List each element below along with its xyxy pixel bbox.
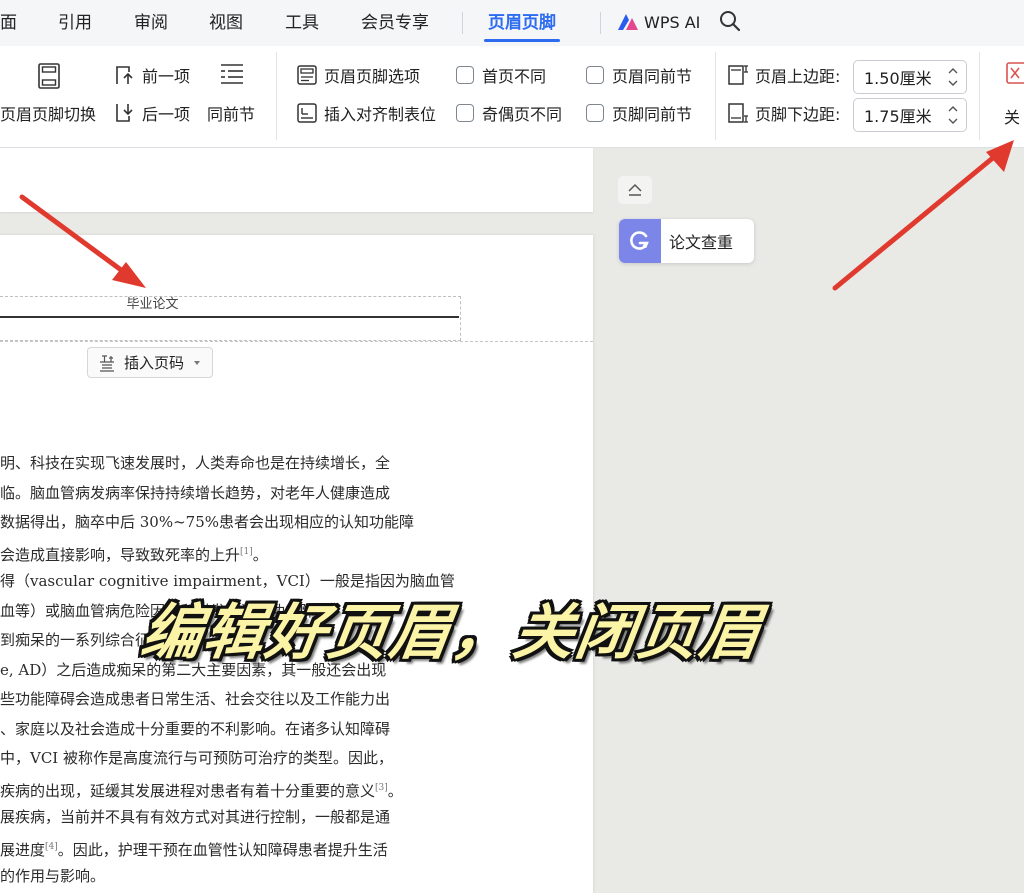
footer-same-previous-checkbox[interactable]: 页脚同前节 <box>586 98 692 128</box>
citation-mark: [3] <box>375 782 388 793</box>
header-footer-switch-label: 页眉页脚切换 <box>0 105 97 124</box>
menu-item-references[interactable]: 引用 <box>58 10 92 36</box>
close-header-footer-button[interactable]: 关 <box>994 54 1024 140</box>
body-line: 些功能障碍会造成患者日常生活、社会交往以及工作能力出 <box>0 690 391 708</box>
menu-item-wps-ai[interactable]: WPS AI <box>644 10 700 36</box>
insert-align-tab-label: 插入对齐制表位 <box>324 105 437 124</box>
header-top-margin-label: 页眉上边距: <box>755 67 841 86</box>
body-line: 、家庭以及社会造成十分重要的不利影响。在诸多认知障碍 <box>0 719 391 738</box>
header-footer-options-icon <box>297 65 317 85</box>
header-same-previous-checkbox[interactable]: 页眉同前节 <box>586 60 692 90</box>
menu-divider <box>600 12 601 34</box>
arrow-to-close-button-icon <box>832 140 1014 291</box>
plagiarism-check-button[interactable]: 论文查重 <box>619 219 754 263</box>
menu-item-view[interactable]: 视图 <box>209 10 243 36</box>
same-as-previous-button[interactable]: 同前节 <box>207 98 255 128</box>
menu-item-review[interactable]: 审阅 <box>134 10 168 36</box>
footer-bottom-margin-icon <box>728 103 748 123</box>
body-line: 临。脑血管病发病率保持持续增长趋势，对老年人健康造成 <box>0 483 391 502</box>
body-line: 展疾病，当前并不具有有效方式对其进行控制，一般都是通 <box>0 808 391 826</box>
body-line: 疾病的出现，延缓其发展进程对患者有着十分重要的意义[3]。 <box>0 781 403 800</box>
header-boundary-line <box>0 341 593 342</box>
body-line: 会造成直接影响，导致致死率的上升[1]。 <box>0 545 268 564</box>
menu-item-layout[interactable]: 面 <box>0 10 17 36</box>
menu-bar: 面 引用 审阅 视图 工具 会员专享 页眉页脚 WPS AI <box>0 0 1024 46</box>
tutorial-caption: 编辑好页眉，关闭页眉 <box>137 598 767 668</box>
footer-same-previous-label: 页脚同前节 <box>612 105 693 124</box>
eject-icon <box>628 183 642 196</box>
citation-mark: [4] <box>45 841 58 852</box>
first-page-different-label: 首页不同 <box>482 67 547 86</box>
body-line: 中，VCI 被称作是高度流行与可预防可治疗的类型。因此， <box>0 749 394 767</box>
collapse-panel-button[interactable] <box>618 176 652 204</box>
plagiarism-check-icon-box <box>619 219 661 263</box>
prev-item-icon <box>116 66 133 84</box>
ribbon-divider <box>979 52 980 140</box>
align-tab-icon <box>297 103 317 123</box>
checkbox-box[interactable] <box>586 104 604 122</box>
checkbox-box[interactable] <box>456 104 474 122</box>
ribbon-divider <box>715 52 716 140</box>
checkbox-box[interactable] <box>456 66 474 84</box>
header-footer-options-label: 页眉页脚选项 <box>324 67 421 86</box>
ribbon-divider <box>276 52 277 140</box>
header-footer-switch-button[interactable]: 页眉页脚切换 <box>0 98 96 128</box>
header-top-margin-control: 页眉上边距: <box>727 60 840 90</box>
same-as-previous-label: 同前节 <box>207 105 256 124</box>
menu-divider <box>462 12 463 34</box>
insert-align-tab-button[interactable]: 插入对齐制表位 <box>296 98 436 128</box>
header-top-margin-value: 1.50厘米 <box>864 69 932 88</box>
spinner-arrows-icon[interactable] <box>946 65 960 89</box>
header-top-margin-input[interactable]: 1.50厘米 <box>853 60 967 94</box>
header-top-margin-icon <box>728 65 748 85</box>
body-line: 明、科技在实现飞速发展时，人类寿命也是在持续增长，全 <box>0 454 391 472</box>
body-line: 数据得出，脑卒中后 30%~75%患者会出现相应的认知功能障 <box>0 513 415 531</box>
prev-item-button[interactable]: 前一项 <box>114 60 190 90</box>
checkbox-box[interactable] <box>586 66 604 84</box>
next-item-icon <box>116 104 133 122</box>
insert-page-number-label: 插入页码 <box>124 354 185 372</box>
same-as-previous-icon <box>221 64 243 84</box>
first-page-different-checkbox[interactable]: 首页不同 <box>456 60 546 90</box>
footer-bottom-margin-value: 1.75厘米 <box>864 107 932 126</box>
menu-item-header-footer[interactable]: 页眉页脚 <box>484 10 560 42</box>
previous-page-bottom <box>0 148 593 212</box>
plagiarism-check-icon <box>630 231 649 250</box>
insert-page-number-button[interactable]: 插入页码 <box>87 347 213 378</box>
header-footer-switch-icon <box>38 63 60 89</box>
ribbon-toolbar: 页眉页脚切换 前一项 后一项 同前节 页眉页脚选项 插入对齐制表位 首页不同 奇… <box>0 46 1024 148</box>
prev-item-label: 前一项 <box>142 67 191 86</box>
footer-bottom-margin-control: 页脚下边距: <box>727 98 840 128</box>
plagiarism-check-label: 论文查重 <box>669 233 734 252</box>
odd-even-different-checkbox[interactable]: 奇偶页不同 <box>456 98 562 128</box>
body-line: 展进度[4]。因此，护理干预在血管性认知障碍患者提升生活 <box>0 840 388 859</box>
spinner-arrows-icon[interactable] <box>946 103 960 127</box>
menu-item-member[interactable]: 会员专享 <box>361 10 429 36</box>
chevron-down-icon <box>194 360 201 365</box>
header-text[interactable]: 毕业论文 <box>0 296 305 314</box>
next-item-button[interactable]: 后一项 <box>114 98 190 128</box>
close-header-footer-label: 关 <box>1004 108 1021 127</box>
footer-bottom-margin-label: 页脚下边距: <box>755 105 841 124</box>
menu-item-tools[interactable]: 工具 <box>285 10 319 36</box>
next-item-label: 后一项 <box>142 105 191 124</box>
odd-even-different-label: 奇偶页不同 <box>482 105 563 124</box>
header-underline <box>0 316 459 318</box>
footer-bottom-margin-input[interactable]: 1.75厘米 <box>853 98 967 132</box>
header-footer-options-button[interactable]: 页眉页脚选项 <box>296 60 420 90</box>
body-line: 的作用与影响。 <box>0 867 106 885</box>
header-same-previous-label: 页眉同前节 <box>612 67 693 86</box>
page-number-icon <box>100 354 114 372</box>
wps-ai-logo-icon <box>618 14 638 30</box>
close-icon <box>1006 62 1024 84</box>
citation-mark: [1] <box>240 546 253 557</box>
search-icon[interactable] <box>719 10 741 32</box>
